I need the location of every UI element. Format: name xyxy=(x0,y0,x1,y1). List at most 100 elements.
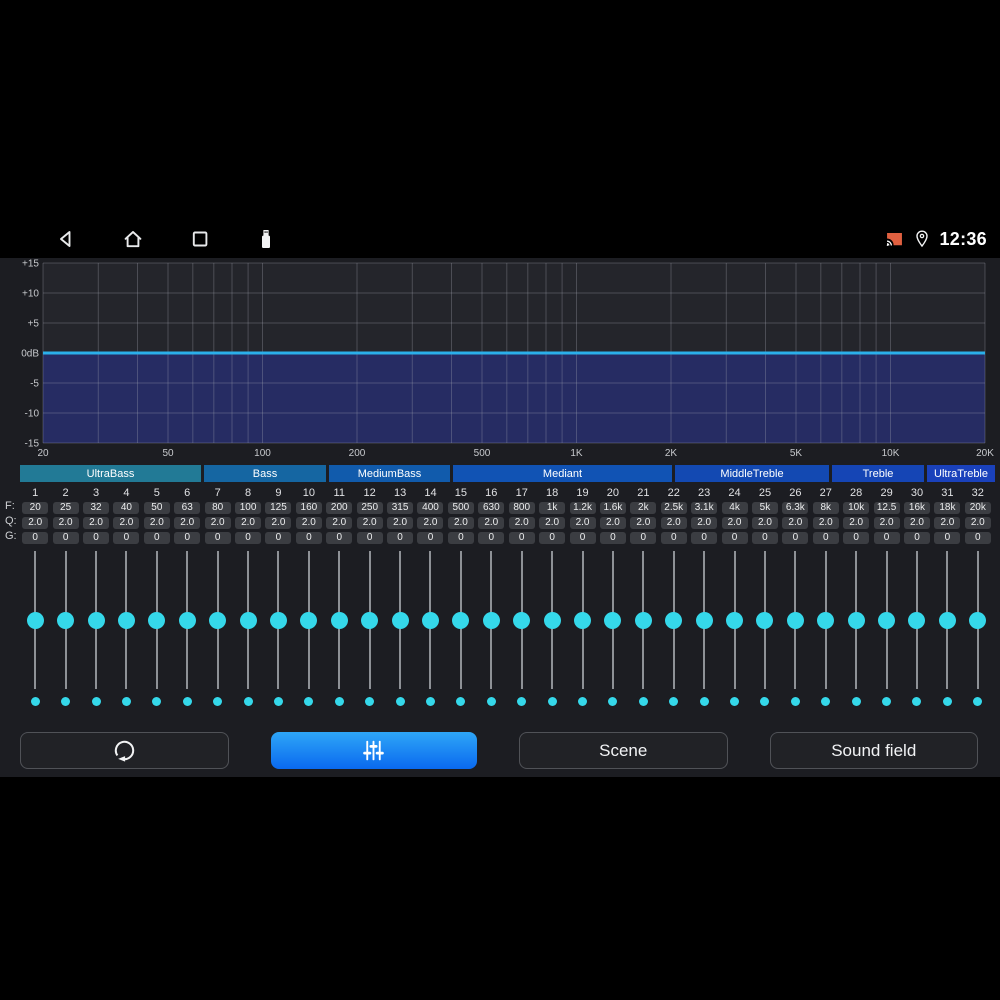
f-value-chip: 2.5k xyxy=(660,501,687,514)
eq-slider[interactable] xyxy=(233,551,263,691)
slider-knob[interactable] xyxy=(117,612,135,629)
eq-slider[interactable] xyxy=(750,551,780,691)
eq-slider[interactable] xyxy=(902,551,932,691)
slider-knob[interactable] xyxy=(421,612,439,629)
slider-end-dot xyxy=(213,697,223,706)
g-value-chip: 0 xyxy=(539,531,566,544)
channel-number: 13 xyxy=(393,487,407,499)
eq-slider[interactable] xyxy=(20,551,50,691)
svg-text:20: 20 xyxy=(37,448,49,459)
slider-knob[interactable] xyxy=(604,612,622,629)
eq-slider[interactable] xyxy=(932,551,962,691)
slider-knob[interactable] xyxy=(482,612,500,629)
f-value-chip: 800 xyxy=(508,501,535,514)
channel-number: 10 xyxy=(302,487,315,499)
home-icon[interactable] xyxy=(121,227,145,251)
eq-slider[interactable] xyxy=(172,551,202,691)
eq-slider[interactable] xyxy=(263,551,293,691)
slider-knob[interactable] xyxy=(878,612,896,629)
slider-knob[interactable] xyxy=(756,612,774,629)
eq-slider[interactable] xyxy=(567,551,597,691)
slider-knob[interactable] xyxy=(513,612,531,629)
eq-slider[interactable] xyxy=(324,551,354,691)
slider-knob[interactable] xyxy=(634,612,652,629)
f-value-chip: 2k xyxy=(630,501,657,514)
slider-knob[interactable] xyxy=(726,612,744,629)
slider-knob[interactable] xyxy=(148,612,166,629)
eq-slider[interactable] xyxy=(811,551,841,691)
g-value-chip: 0 xyxy=(812,531,839,544)
eq-slider[interactable] xyxy=(659,551,689,691)
eq-slider[interactable] xyxy=(537,551,567,691)
slider-knob[interactable] xyxy=(969,612,987,629)
q-value-chip: 2.0 xyxy=(478,516,505,529)
slider-end-dot xyxy=(608,697,618,706)
eq-slider[interactable] xyxy=(841,551,871,691)
usb-icon[interactable] xyxy=(254,227,278,251)
slider-dot-row xyxy=(20,697,993,706)
slider-knob[interactable] xyxy=(786,612,804,629)
slider-knob[interactable] xyxy=(391,612,409,629)
slider-knob[interactable] xyxy=(239,612,257,629)
svg-text:10K: 10K xyxy=(882,448,900,459)
eq-slider[interactable] xyxy=(598,551,628,691)
eq-slider[interactable] xyxy=(628,551,658,691)
channel-number: 11 xyxy=(333,487,345,499)
eq-slider[interactable] xyxy=(111,551,141,691)
scene-button[interactable]: Scene xyxy=(519,732,728,769)
recents-icon[interactable] xyxy=(188,227,212,251)
f-value-chip: 25 xyxy=(52,501,79,514)
eq-slider[interactable] xyxy=(50,551,80,691)
cast-icon xyxy=(887,232,903,246)
slider-knob[interactable] xyxy=(269,612,287,629)
q-value-chip: 2.0 xyxy=(782,516,809,529)
eq-slider[interactable] xyxy=(780,551,810,691)
slider-knob[interactable] xyxy=(938,612,956,629)
slider-knob[interactable] xyxy=(665,612,683,629)
eq-slider[interactable] xyxy=(476,551,506,691)
channel-number: 16 xyxy=(485,487,498,499)
slider-knob[interactable] xyxy=(847,612,865,629)
slider-knob[interactable] xyxy=(209,612,227,629)
slider-knob[interactable] xyxy=(178,612,196,629)
channel-number: 4 xyxy=(123,487,130,499)
eq-slider[interactable] xyxy=(507,551,537,691)
eq-slider[interactable] xyxy=(202,551,232,691)
svg-text:200: 200 xyxy=(349,448,366,459)
back-icon[interactable] xyxy=(54,227,78,251)
slider-knob[interactable] xyxy=(87,612,105,629)
f-value-chip: 40 xyxy=(113,501,140,514)
slider-knob[interactable] xyxy=(695,612,713,629)
eq-slider[interactable] xyxy=(294,551,324,691)
eq-slider[interactable] xyxy=(963,551,993,691)
eq-slider[interactable] xyxy=(871,551,901,691)
sound-field-button[interactable]: Sound field xyxy=(769,732,978,769)
slider-knob[interactable] xyxy=(817,612,835,629)
slider-knob[interactable] xyxy=(908,612,926,629)
eq-button[interactable] xyxy=(270,732,477,769)
slider-knob[interactable] xyxy=(57,612,75,629)
eq-slider[interactable] xyxy=(415,551,445,691)
reset-button[interactable] xyxy=(20,732,229,769)
eq-slider[interactable] xyxy=(354,551,384,691)
eq-slider[interactable] xyxy=(689,551,719,691)
slider-knob[interactable] xyxy=(330,612,348,629)
eq-slider[interactable] xyxy=(81,551,111,691)
slider-knob[interactable] xyxy=(361,612,379,629)
f-value-chip: 18k xyxy=(934,501,961,514)
eq-slider[interactable] xyxy=(385,551,415,691)
f-value-chip: 16k xyxy=(903,501,930,514)
channel-number: 31 xyxy=(941,487,954,499)
f-value-chip: 6.3k xyxy=(782,501,809,514)
slider-knob[interactable] xyxy=(574,612,592,629)
eq-slider[interactable] xyxy=(142,551,172,691)
eq-slider[interactable] xyxy=(719,551,749,691)
slider-knob[interactable] xyxy=(300,612,318,629)
slider-knob[interactable] xyxy=(26,612,44,629)
q-value-chip: 2.0 xyxy=(235,516,262,529)
eq-slider[interactable] xyxy=(446,551,476,691)
slider-knob[interactable] xyxy=(543,612,561,629)
q-value-chip: 2.0 xyxy=(143,516,170,529)
f-value-chip: 12.5 xyxy=(873,501,900,514)
slider-knob[interactable] xyxy=(452,612,470,629)
